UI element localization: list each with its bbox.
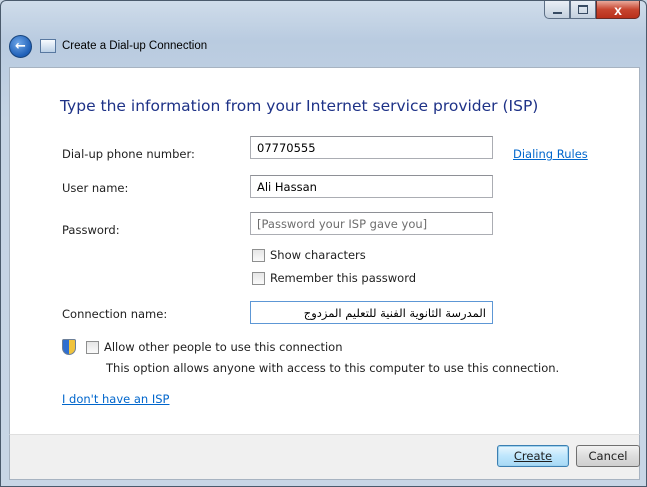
username-field[interactable]: Ali Hassan [250, 175, 493, 198]
allow-others-checkbox[interactable]: Allow other people to use this connectio… [86, 340, 343, 354]
page-heading: Type the information from your Internet … [60, 97, 539, 115]
connection-name-label: Connection name: [62, 307, 168, 321]
maximize-icon [578, 5, 588, 14]
wizard-content: Type the information from your Internet … [9, 67, 640, 435]
checkbox-box[interactable] [252, 271, 265, 285]
username-label: User name: [62, 181, 129, 195]
no-isp-link[interactable]: I don't have an ISP [62, 392, 170, 406]
dialog-window: x ← Create a Dial-up Connection Type the… [0, 0, 647, 487]
allow-others-note: This option allows anyone with access to… [106, 361, 560, 375]
allow-others-label: Allow other people to use this connectio… [104, 340, 343, 354]
close-icon: x [614, 1, 622, 18]
cancel-button[interactable]: Cancel [576, 445, 640, 467]
uac-shield-icon [62, 339, 76, 355]
window-title: Create a Dial-up Connection [62, 40, 208, 52]
create-button[interactable]: Create [497, 445, 569, 467]
phone-number-field[interactable]: 07770555 [250, 136, 493, 159]
password-field[interactable]: [Password your ISP gave you] [250, 212, 493, 235]
checkbox-box[interactable] [86, 340, 99, 354]
dialup-connection-icon [40, 39, 56, 53]
maximize-button[interactable] [570, 1, 596, 19]
password-label: Password: [62, 223, 120, 237]
checkbox-box[interactable] [252, 248, 265, 262]
caption-buttons: x [544, 1, 640, 21]
show-characters-checkbox[interactable]: Show characters [252, 248, 366, 262]
minimize-button[interactable] [544, 1, 570, 19]
create-label: Create [513, 449, 553, 463]
back-arrow-icon: ← [15, 38, 26, 54]
phone-number-label: Dial-up phone number: [62, 147, 195, 161]
show-characters-label: Show characters [270, 248, 366, 262]
minimize-icon [552, 11, 562, 14]
cancel-label: Cancel [588, 449, 628, 463]
remember-password-checkbox[interactable]: Remember this password [252, 271, 416, 285]
back-button[interactable]: ← [9, 34, 32, 58]
wizard-header: ← Create a Dial-up Connection [9, 31, 639, 61]
remember-password-label: Remember this password [270, 271, 417, 285]
close-button[interactable]: x [596, 1, 640, 19]
dialing-rules-link[interactable]: Dialing Rules [513, 147, 588, 161]
connection-name-field[interactable]: المدرسة الثانوية الفنية للتعليم المزدوج [250, 301, 493, 324]
